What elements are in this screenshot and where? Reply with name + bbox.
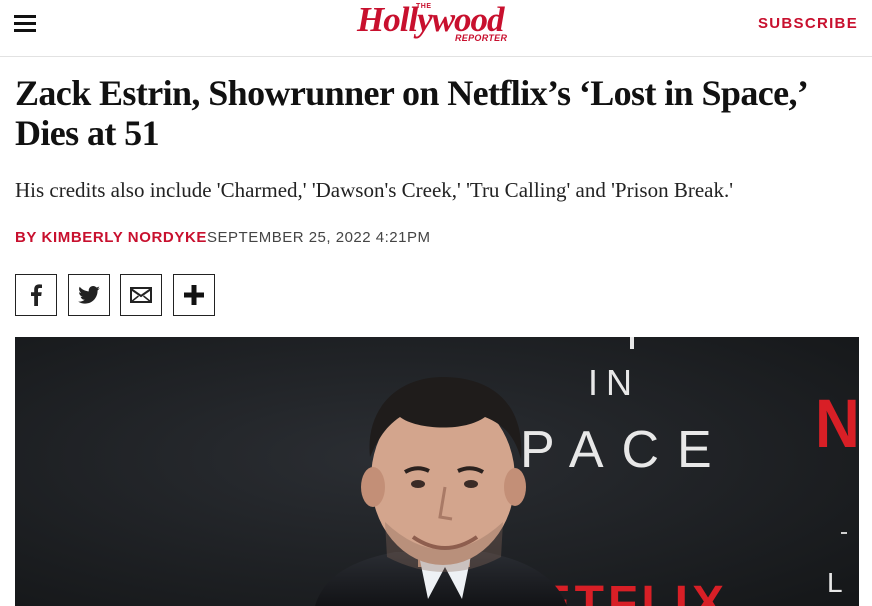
backdrop-text-pace: PACE (520, 421, 730, 479)
byline-prefix: BY (15, 229, 42, 246)
menu-line (14, 15, 36, 18)
email-share-button[interactable] (120, 274, 162, 316)
article-headline: Zack Estrin, Showrunner on Netflix’s ‘Lo… (15, 73, 806, 153)
facebook-share-button[interactable] (15, 274, 57, 316)
subscribe-link[interactable]: SUBSCRIBE (758, 15, 858, 32)
hero-photo: IN PACE NE NETFLIX L (15, 337, 859, 606)
site-logo[interactable]: THE Hollywood REPORTER (355, 0, 523, 50)
more-share-options-button[interactable] (173, 274, 215, 316)
byline: BY KIMBERLY NORDYKESEPTEMBER 25, 2022 4:… (15, 229, 430, 246)
article-dek: His credits also include 'Charmed,' 'Daw… (15, 178, 734, 202)
logo-reporter-text: REPORTER (455, 33, 508, 43)
publish-date: SEPTEMBER 25, 2022 4:21PM (207, 229, 431, 246)
twitter-icon (78, 286, 100, 304)
plus-icon (184, 285, 204, 305)
email-icon (130, 287, 152, 303)
site-header: THE Hollywood REPORTER SUBSCRIBE (0, 0, 872, 57)
backdrop-text-in: IN (588, 362, 640, 403)
hero-image: IN PACE NE NETFLIX L (15, 337, 859, 606)
facebook-icon (31, 284, 42, 306)
backdrop-side-mark: L (827, 567, 843, 598)
backdrop-netflix-ne: NE (815, 385, 859, 461)
twitter-share-button[interactable] (68, 274, 110, 316)
menu-line (14, 29, 36, 32)
menu-line (14, 22, 36, 25)
author-link[interactable]: KIMBERLY NORDYKE (42, 229, 207, 246)
hamburger-menu-icon[interactable] (14, 15, 36, 33)
